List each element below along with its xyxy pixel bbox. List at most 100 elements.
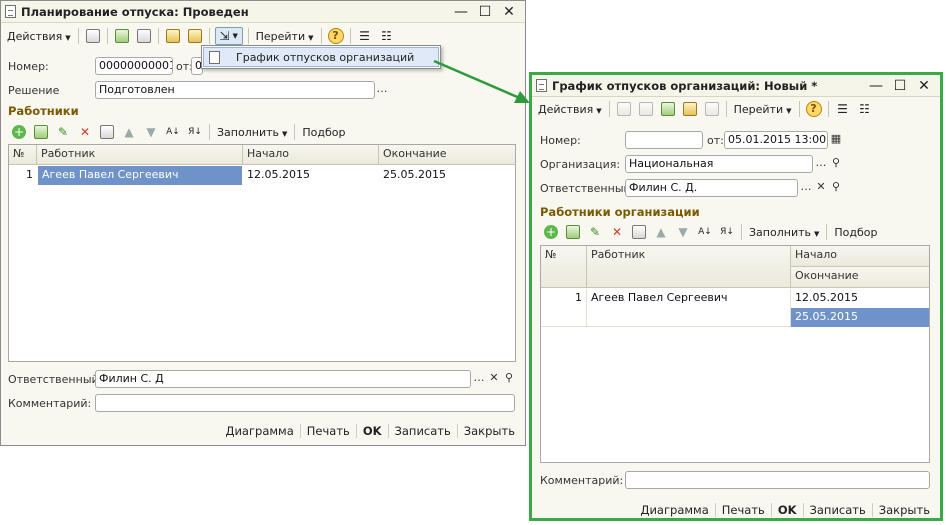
minimize-button[interactable]: —	[449, 3, 473, 21]
organization-field[interactable]: Национальная	[625, 155, 813, 173]
save-button[interactable]: Записать	[802, 503, 872, 517]
responsible-clear-icon[interactable]: ✕	[813, 180, 829, 196]
responsible-search-icon[interactable]: ⚲	[828, 180, 844, 196]
employees-table[interactable]: № Работник Начало Окончание 1 Агеев Паве…	[540, 245, 930, 463]
help-icon[interactable]: ?	[327, 27, 345, 45]
organization-search-icon[interactable]: ⚲	[828, 156, 844, 172]
row-start[interactable]: 12.05.2015	[243, 166, 379, 185]
actions-menu[interactable]: Действия ▼	[3, 30, 75, 43]
responsible-field[interactable]: Филин С. Д.	[625, 179, 798, 197]
number-field[interactable]: 00000000001	[95, 57, 173, 75]
row-employee[interactable]: Агеев Павел Сергеевич	[38, 166, 242, 185]
minimize-button[interactable]: —	[864, 77, 888, 95]
delete-icon[interactable]: ✕	[608, 223, 626, 241]
based-on-button[interactable]: ⇲ ▼	[214, 27, 243, 45]
pick-button[interactable]: Подбор	[298, 126, 349, 139]
comment-field[interactable]	[95, 394, 515, 412]
actions-menu[interactable]: Действия ▼	[534, 103, 606, 116]
decision-field[interactable]: Подготовлен	[95, 81, 375, 99]
copy-icon[interactable]	[135, 27, 153, 45]
add-icon[interactable]: +	[10, 123, 28, 141]
close-button[interactable]: ✕	[497, 3, 521, 21]
fill-menu[interactable]: Заполнить ▼	[213, 126, 291, 139]
repost-icon[interactable]	[113, 27, 131, 45]
post-icon[interactable]	[84, 27, 102, 45]
date-field[interactable]: 05.01.2015 13:00:00	[724, 131, 828, 149]
responsible-field[interactable]: Филин С. Д	[95, 370, 471, 388]
organization-select-button[interactable]: …	[813, 156, 829, 172]
responsible-search-icon[interactable]: ⚲	[501, 371, 517, 387]
vacation-schedule-menu-item[interactable]: График отпусков организаций	[203, 47, 439, 67]
close-window-button[interactable]: Закрыть	[456, 424, 521, 438]
move-up-icon[interactable]: ▲	[120, 123, 138, 141]
diagram-button[interactable]: Диаграмма	[634, 503, 714, 517]
delete-icon[interactable]: ✕	[76, 123, 94, 141]
structure-icon[interactable]	[164, 27, 182, 45]
ok-button[interactable]: OK	[355, 424, 388, 438]
add-icon[interactable]: +	[542, 223, 560, 241]
close-button[interactable]: ✕	[912, 77, 936, 95]
comment-field[interactable]	[625, 471, 930, 489]
column-header-n[interactable]: №	[541, 246, 587, 288]
decision-select-button[interactable]: …	[374, 82, 390, 98]
sort-desc-icon[interactable]: Я↓	[186, 123, 204, 141]
goto-menu[interactable]: Перейти ▼	[252, 30, 318, 43]
employees-table[interactable]: № Работник Начало Окончание 1 Агеев Паве…	[8, 144, 516, 362]
settings-list-icon[interactable]: ☷	[378, 27, 396, 45]
print-button[interactable]: Печать	[714, 503, 771, 517]
column-header-end[interactable]: Окончание	[791, 267, 929, 288]
post-icon[interactable]	[615, 100, 633, 118]
close-window-button[interactable]: Закрыть	[871, 503, 936, 517]
list-icon[interactable]: ☰	[834, 100, 852, 118]
save-button[interactable]: Записать	[387, 424, 457, 438]
move-up-icon[interactable]: ▲	[652, 223, 670, 241]
employees-section-title: Работники	[8, 104, 79, 118]
maximize-button[interactable]: ☐	[888, 77, 912, 95]
responsible-clear-icon[interactable]: ✕	[486, 371, 502, 387]
row-employee[interactable]: Агеев Павел Сергеевич	[587, 289, 791, 327]
maximize-button[interactable]: ☐	[473, 3, 497, 21]
column-header-employee[interactable]: Работник	[587, 246, 791, 288]
copy-row-icon[interactable]	[32, 123, 50, 141]
decision-label: Решение	[8, 84, 60, 97]
row-end[interactable]: 25.05.2015	[791, 308, 929, 327]
responsible-select-button[interactable]: …	[471, 371, 487, 387]
help-icon[interactable]: ?	[805, 100, 823, 118]
copy-icon[interactable]	[659, 100, 677, 118]
sort-desc-icon[interactable]: Я↓	[718, 223, 736, 241]
ok-button[interactable]: OK	[770, 503, 803, 517]
column-header-employee[interactable]: Работник	[37, 145, 243, 165]
structure-icon[interactable]	[681, 100, 699, 118]
pick-button[interactable]: Подбор	[830, 226, 881, 239]
column-header-n[interactable]: №	[9, 145, 37, 165]
settings-list-icon[interactable]: ☷	[856, 100, 874, 118]
responsible-select-button[interactable]: …	[798, 180, 814, 196]
document-icon	[209, 51, 220, 64]
end-edit-icon[interactable]	[630, 223, 648, 241]
sort-asc-icon[interactable]: A↓	[164, 123, 182, 141]
move-down-icon[interactable]: ▼	[674, 223, 692, 241]
number-field[interactable]	[625, 131, 703, 149]
column-header-end[interactable]: Окончание	[379, 145, 515, 165]
movements-icon[interactable]	[703, 100, 721, 118]
list-icon[interactable]: ☰	[356, 27, 374, 45]
column-header-start[interactable]: Начало	[791, 246, 929, 267]
print-button[interactable]: Печать	[299, 424, 356, 438]
sort-asc-icon[interactable]: A↓	[696, 223, 714, 241]
copy-row-icon[interactable]	[564, 223, 582, 241]
calendar-icon[interactable]: ▦	[828, 132, 844, 148]
fill-menu[interactable]: Заполнить ▼	[745, 226, 823, 239]
edit-icon[interactable]: ✎	[586, 223, 604, 241]
edit-icon[interactable]: ✎	[54, 123, 72, 141]
row-start[interactable]: 12.05.2015	[791, 289, 929, 308]
goto-menu[interactable]: Перейти ▼	[730, 103, 796, 116]
repost-icon[interactable]	[637, 100, 655, 118]
row-end[interactable]: 25.05.2015	[379, 166, 515, 185]
document-icon	[536, 79, 547, 92]
diagram-button[interactable]: Диаграмма	[219, 424, 299, 438]
end-edit-icon[interactable]	[98, 123, 116, 141]
number-label: Номер:	[8, 60, 49, 73]
column-header-start[interactable]: Начало	[243, 145, 379, 165]
movements-icon[interactable]	[186, 27, 204, 45]
move-down-icon[interactable]: ▼	[142, 123, 160, 141]
